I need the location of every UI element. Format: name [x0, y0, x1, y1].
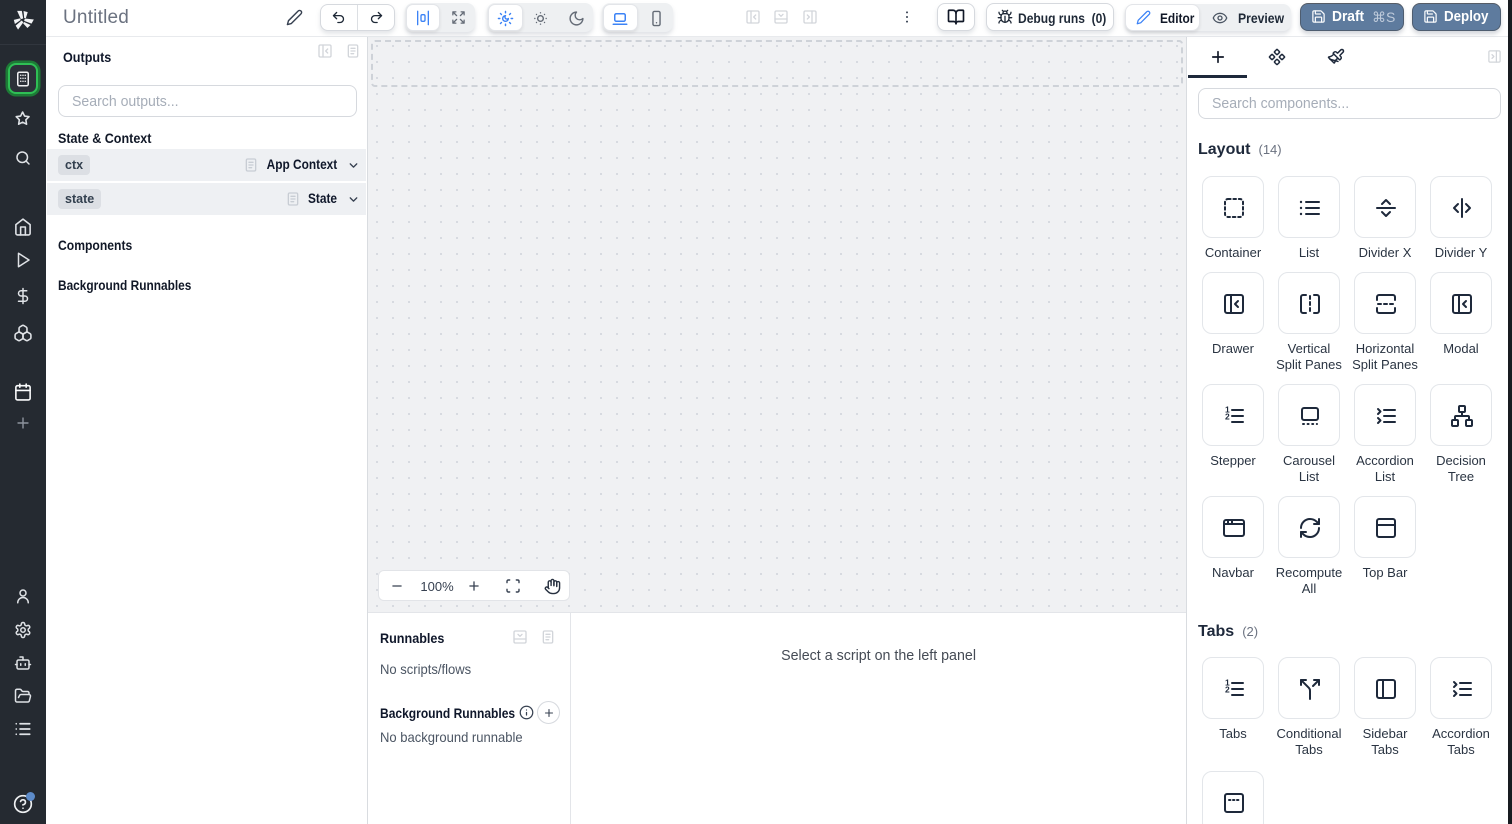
svg-text:2: 2 [1225, 412, 1230, 422]
svg-text:2: 2 [1225, 685, 1230, 695]
